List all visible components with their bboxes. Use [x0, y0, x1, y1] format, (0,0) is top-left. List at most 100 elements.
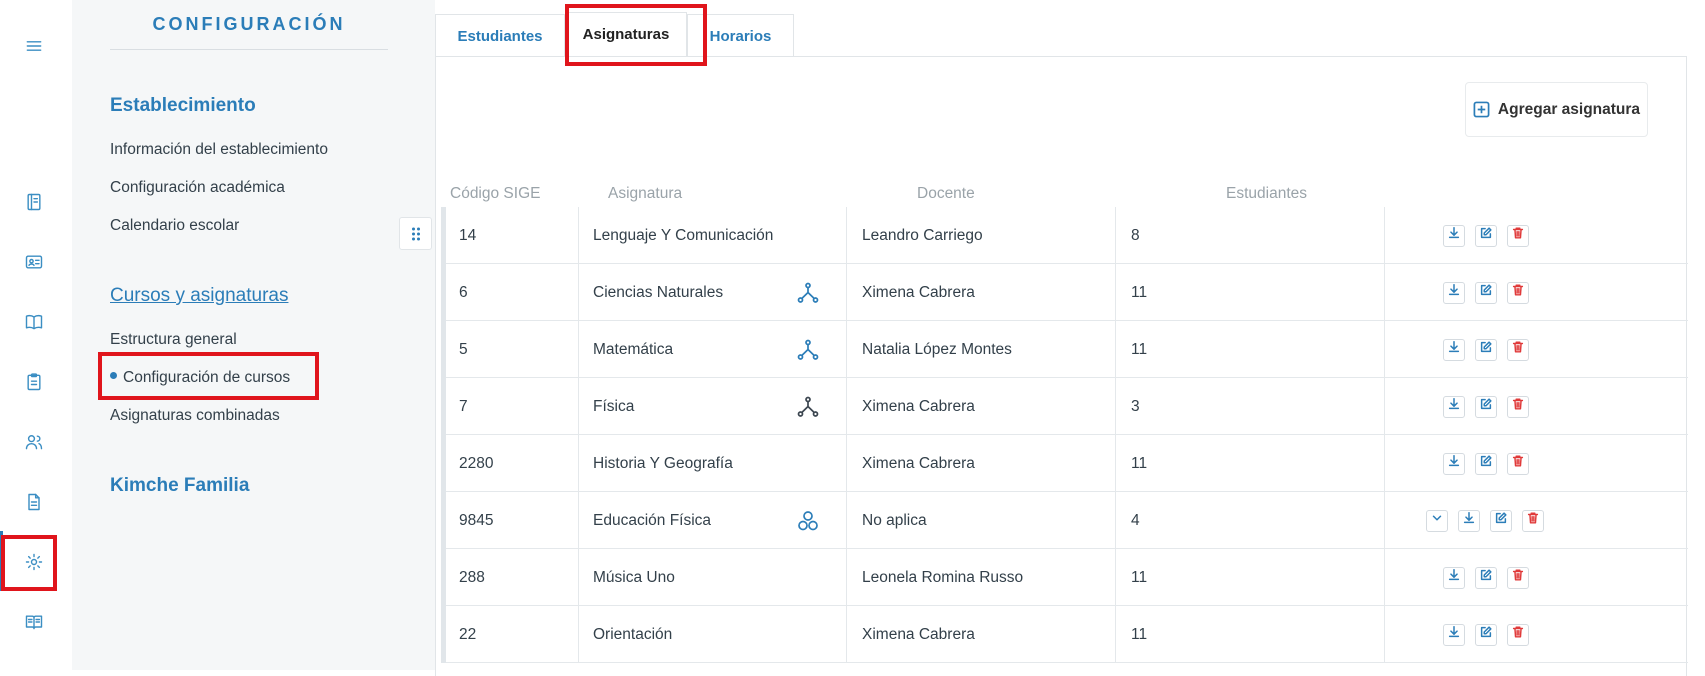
table-header: Código SIGE Asignatura Docente Estudiant…	[436, 177, 1688, 209]
row-actions	[1443, 207, 1529, 264]
table-row[interactable]: 2280 Historia Y Geografía Ximena Cabrera 11	[446, 435, 1688, 492]
delete-button[interactable]	[1507, 623, 1529, 646]
download-icon	[1462, 511, 1476, 530]
users-icon[interactable]	[22, 430, 46, 454]
edit-button[interactable]	[1475, 224, 1497, 247]
tree-icon[interactable]	[796, 281, 820, 305]
add-subject-button[interactable]: Agregar asignatura	[1465, 82, 1648, 137]
edit-icon	[1479, 283, 1493, 302]
row-actions	[1443, 378, 1529, 435]
tree-icon-dark[interactable]	[796, 395, 820, 419]
edit-button[interactable]	[1475, 452, 1497, 475]
cell-code: 14	[459, 226, 477, 244]
section-kimche-familia[interactable]: Kimche Familia	[110, 475, 249, 497]
download-button[interactable]	[1443, 395, 1465, 418]
table-row[interactable]: 9845 Educación Física No aplica 4	[446, 492, 1688, 549]
edit-icon	[1479, 625, 1493, 644]
edit-button[interactable]	[1475, 281, 1497, 304]
book-open-icon[interactable]	[22, 310, 46, 334]
trash-icon	[1511, 568, 1525, 587]
download-button[interactable]	[1443, 338, 1465, 361]
delete-button[interactable]	[1522, 509, 1544, 532]
column-divider	[1115, 207, 1116, 264]
download-button[interactable]	[1443, 623, 1465, 646]
table-row[interactable]: 7 Física Ximena Cabrera 3	[446, 378, 1688, 435]
tab-estudiantes[interactable]: Estudiantes	[435, 14, 565, 57]
download-icon	[1447, 568, 1461, 587]
download-icon	[1447, 283, 1461, 302]
delete-button[interactable]	[1507, 338, 1529, 361]
column-divider	[1115, 549, 1116, 606]
download-button[interactable]	[1443, 224, 1465, 247]
cell-subject: Música Uno	[593, 568, 675, 586]
delete-button[interactable]	[1507, 224, 1529, 247]
trash-icon	[1511, 340, 1525, 359]
column-divider	[846, 492, 847, 549]
gear-icon[interactable]	[22, 550, 46, 574]
cell-teacher: No aplica	[862, 511, 927, 529]
download-button[interactable]	[1443, 566, 1465, 589]
trash-icon	[1511, 226, 1525, 245]
download-icon	[1447, 340, 1461, 359]
edit-button[interactable]	[1475, 395, 1497, 418]
tree-icon[interactable]	[796, 338, 820, 362]
group-icon[interactable]	[796, 509, 820, 533]
delete-button[interactable]	[1507, 452, 1529, 475]
document-icon[interactable]	[22, 490, 46, 514]
delete-button[interactable]	[1507, 395, 1529, 418]
drag-dots-icon	[411, 227, 420, 240]
edit-button[interactable]	[1475, 566, 1497, 589]
notebook-icon[interactable]	[22, 190, 46, 214]
clipboard-icon[interactable]	[22, 370, 46, 394]
delete-button[interactable]	[1507, 566, 1529, 589]
icon-rail	[0, 0, 72, 670]
manual-icon[interactable]	[22, 610, 46, 634]
column-divider	[578, 378, 579, 435]
edit-button[interactable]	[1475, 338, 1497, 361]
row-actions	[1443, 264, 1529, 321]
nav-config-academica[interactable]: Configuración académica	[110, 179, 285, 197]
download-button[interactable]	[1443, 452, 1465, 475]
menu-icon[interactable]	[22, 34, 46, 58]
cell-code: 9845	[459, 511, 494, 529]
nav-estructura-general[interactable]: Estructura general	[110, 331, 237, 349]
id-card-icon[interactable]	[22, 250, 46, 274]
nav-calendario-escolar[interactable]: Calendario escolar	[110, 217, 239, 235]
table-row[interactable]: 14 Lenguaje Y Comunicación Leandro Carrieg…	[446, 207, 1688, 264]
table-row[interactable]: 6 Ciencias Naturales Ximena Cabrera 11	[446, 264, 1688, 321]
cell-code: 2280	[459, 454, 494, 472]
cell-students: 11	[1131, 568, 1148, 586]
cell-subject: Física	[593, 397, 635, 415]
nav-info-establecimiento[interactable]: Información del establecimiento	[110, 141, 328, 159]
tab-asignaturas[interactable]: Asignaturas	[565, 12, 687, 56]
delete-button[interactable]	[1507, 281, 1529, 304]
drag-handle-button[interactable]	[399, 217, 432, 250]
download-icon	[1447, 397, 1461, 416]
edit-button[interactable]	[1490, 509, 1512, 532]
row-actions	[1443, 321, 1529, 378]
column-divider	[846, 435, 847, 492]
column-divider	[1115, 321, 1116, 378]
download-button[interactable]	[1458, 509, 1480, 532]
edit-button[interactable]	[1475, 623, 1497, 646]
expand-button[interactable]	[1426, 509, 1448, 532]
tab-horarios[interactable]: Horarios	[687, 14, 794, 57]
table-row[interactable]: 288 Música Uno Leonela Romina Russo 11	[446, 549, 1688, 606]
download-icon	[1447, 454, 1461, 473]
cell-code: 7	[459, 397, 468, 415]
download-icon	[1447, 226, 1461, 245]
nav-config-cursos[interactable]: Configuración de cursos	[110, 369, 290, 387]
trash-icon	[1511, 397, 1525, 416]
main-content: Estudiantes Asignaturas Horarios Agregar…	[435, 0, 1705, 676]
cell-teacher: Ximena Cabrera	[862, 397, 975, 415]
nav-asignaturas-combinadas[interactable]: Asignaturas combinadas	[110, 407, 280, 425]
section-cursos-asignaturas[interactable]: Cursos y asignaturas	[110, 285, 288, 307]
table-row[interactable]: 5 Matemática Natalia López Montes 11	[446, 321, 1688, 378]
cell-students: 11	[1131, 625, 1148, 643]
header-estudiantes: Estudiantes	[1226, 185, 1307, 202]
column-divider	[1115, 606, 1116, 663]
column-divider	[578, 207, 579, 264]
table-row[interactable]: 22 Orientación Ximena Cabrera 11	[446, 606, 1688, 663]
header-asignatura: Asignatura	[608, 185, 683, 202]
download-button[interactable]	[1443, 281, 1465, 304]
